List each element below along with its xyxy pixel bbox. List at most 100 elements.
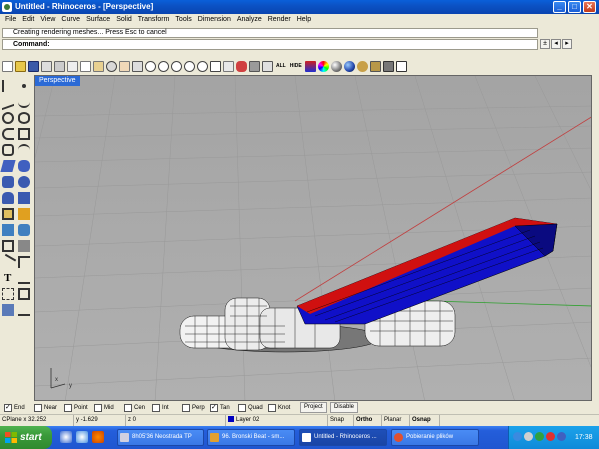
osnap-int[interactable]: Int (152, 403, 169, 413)
save-icon[interactable] (28, 60, 39, 72)
show-all-button[interactable]: ALL (275, 61, 287, 72)
ortho-toggle[interactable]: Ortho (354, 415, 382, 426)
tray-antivirus-icon[interactable] (546, 432, 555, 441)
osnap-quad[interactable]: Quad (238, 403, 263, 413)
tools-icon[interactable] (369, 60, 381, 72)
osnap-cen-checkbox[interactable] (124, 404, 132, 412)
osnap-cen[interactable]: Cen (124, 403, 145, 413)
ellipse-icon[interactable] (18, 112, 30, 124)
zoom-selected-icon[interactable] (197, 60, 208, 72)
shaded-sphere-icon[interactable] (330, 60, 342, 72)
rhino-app-icon[interactable] (2, 2, 12, 12)
zoom-dynamic-icon[interactable] (171, 60, 182, 72)
edit-icon[interactable] (18, 208, 30, 220)
options-icon[interactable] (382, 60, 394, 72)
osnap-perp[interactable]: Perp (182, 403, 205, 413)
command-input[interactable]: Command: (2, 39, 538, 50)
osnap-perp-checkbox[interactable] (182, 404, 190, 412)
osnap-tan-checkbox[interactable] (210, 403, 218, 413)
quicklaunch-mail-icon[interactable] (76, 431, 88, 443)
fillet-icon[interactable] (18, 224, 30, 236)
text-icon[interactable]: T (4, 272, 16, 284)
osnap-end-checkbox[interactable] (4, 403, 12, 413)
open-folder-icon[interactable] (15, 60, 26, 72)
command-scroll-left-button[interactable]: ◂ (551, 39, 561, 49)
pan-hand-icon[interactable] (119, 60, 130, 72)
surface-icon[interactable] (0, 160, 16, 172)
rotate-view-icon[interactable] (132, 60, 143, 72)
box-solid-icon[interactable] (2, 176, 14, 188)
menu-help[interactable]: Help (294, 14, 314, 26)
snapshot-icon[interactable] (18, 288, 30, 300)
arc-icon[interactable] (2, 128, 14, 140)
extrude-icon[interactable] (18, 192, 30, 204)
array-icon[interactable] (18, 240, 30, 252)
polyline-icon[interactable] (2, 93, 14, 111)
osnap-mid-checkbox[interactable] (94, 404, 102, 412)
boolean-icon[interactable] (2, 224, 14, 236)
osnap-near-checkbox[interactable] (34, 404, 42, 412)
zoom-extents-icon[interactable] (184, 60, 195, 72)
move-icon[interactable] (0, 253, 17, 271)
curve-icon[interactable] (18, 96, 30, 108)
undo-icon[interactable] (106, 60, 117, 72)
light-icon[interactable] (356, 60, 368, 72)
grid-icon[interactable] (223, 60, 234, 72)
help-icon[interactable] (395, 60, 407, 72)
command-scroll-right-button[interactable]: ▸ (562, 39, 572, 49)
zoom-icon[interactable] (145, 60, 156, 72)
menu-solid[interactable]: Solid (113, 14, 135, 26)
close-button[interactable]: ✕ (583, 1, 596, 13)
sphere-solid-icon[interactable] (18, 176, 30, 188)
layers-icon[interactable] (249, 60, 260, 72)
mesh-icon[interactable] (2, 208, 14, 220)
osnap-end[interactable]: End (4, 403, 25, 413)
zoom-window-icon[interactable] (158, 60, 169, 72)
copy-icon[interactable] (80, 60, 91, 72)
current-layer[interactable]: Layer 02 (226, 415, 328, 426)
menu-transform[interactable]: Transform (135, 14, 173, 26)
menu-tools[interactable]: Tools (172, 14, 194, 26)
osnap-knot-checkbox[interactable] (268, 404, 276, 412)
osnap-mid[interactable]: Mid (94, 403, 114, 413)
perspective-viewport[interactable]: Perspective x y (34, 75, 592, 401)
viewport-layout-icon[interactable] (210, 60, 221, 72)
osnap-tan[interactable]: Tan (210, 403, 230, 413)
menu-view[interactable]: View (37, 14, 58, 26)
more-tools-icon[interactable] (18, 304, 30, 316)
group-icon[interactable] (2, 240, 14, 252)
osnap-disable-button[interactable]: Disable (330, 402, 359, 413)
osnap-point-checkbox[interactable] (64, 404, 72, 412)
color-wheel-icon[interactable] (317, 60, 329, 72)
task-neostrada[interactable]: 8h05'36 Neostrada TP (117, 429, 204, 446)
task-download[interactable]: Pobieranie plików (391, 429, 479, 446)
title-bar[interactable]: Untitled - Rhinoceros - [Perspective] _ … (0, 0, 599, 14)
rectangle-icon[interactable] (18, 128, 30, 140)
viewport-title-tab[interactable]: Perspective (35, 76, 80, 86)
surface-loft-icon[interactable] (18, 160, 30, 172)
osnap-project-button[interactable]: Project (300, 402, 327, 413)
point-icon[interactable] (22, 84, 26, 88)
menu-edit[interactable]: Edit (19, 14, 37, 26)
polygon-icon[interactable] (2, 144, 14, 156)
osnap-near[interactable]: Near (34, 403, 57, 413)
cut-icon[interactable] (67, 60, 78, 72)
properties-icon[interactable] (54, 60, 65, 72)
menu-dimension[interactable]: Dimension (195, 14, 234, 26)
select-arrow-icon[interactable] (2, 80, 14, 92)
menu-curve[interactable]: Curve (58, 14, 83, 26)
wireframe-icon[interactable] (304, 60, 316, 72)
tray-shield-icon[interactable] (535, 432, 544, 441)
dimension-icon[interactable] (18, 272, 30, 284)
hide-button[interactable]: HIDE (289, 61, 303, 72)
quicklaunch-ie-icon[interactable] (60, 431, 72, 443)
menu-analyze[interactable]: Analyze (234, 14, 265, 26)
cylinder-icon[interactable] (2, 192, 14, 204)
menu-file[interactable]: File (2, 14, 19, 26)
osnap-quad-checkbox[interactable] (238, 404, 246, 412)
osnap-knot[interactable]: Knot (268, 403, 290, 413)
planar-toggle[interactable]: Planar (382, 415, 410, 426)
menu-render[interactable]: Render (265, 14, 294, 26)
render-sphere-icon[interactable] (343, 60, 355, 72)
maximize-button[interactable]: □ (568, 1, 581, 13)
